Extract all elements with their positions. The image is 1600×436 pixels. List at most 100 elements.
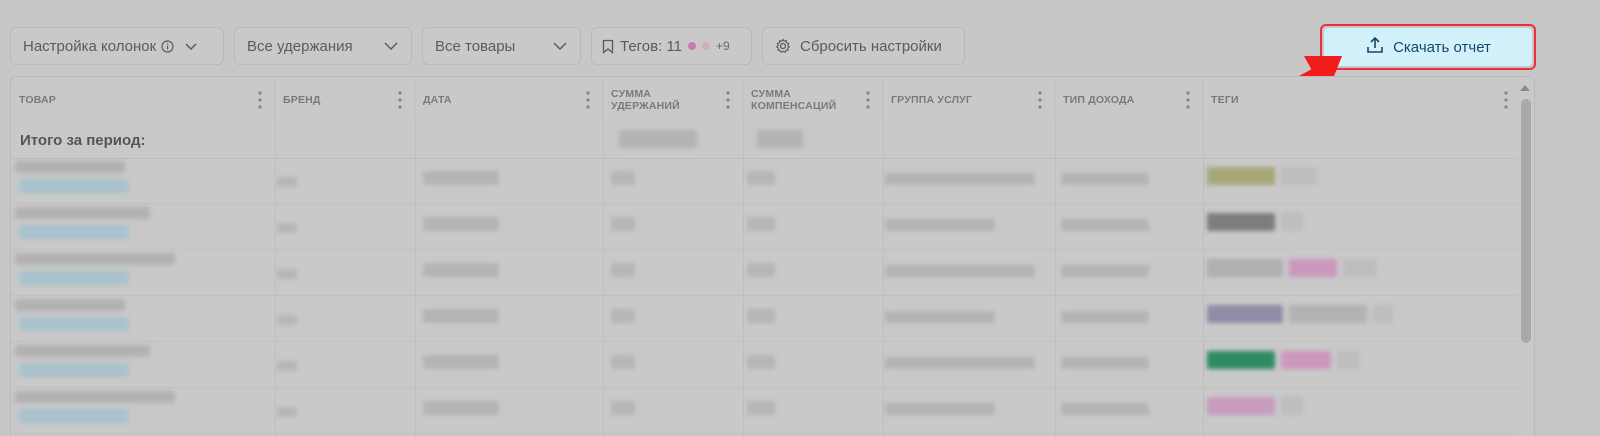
redacted-cell xyxy=(1061,403,1149,415)
redacted-cell xyxy=(19,271,129,285)
column-header-tags[interactable]: ТЕГИ xyxy=(1203,77,1520,122)
report-table: ТОВАР БРЕНД ДАТА СУММА УДЕРЖАНИЙ СУММА К… xyxy=(10,76,1535,436)
redacted-cell xyxy=(277,407,297,417)
upload-icon xyxy=(1365,35,1393,59)
column-header-brand[interactable]: БРЕНД xyxy=(275,77,415,122)
redacted-cell xyxy=(747,171,775,185)
tags-count-label: Тегов: 11 xyxy=(620,37,683,55)
scrollbar-thumb[interactable] xyxy=(1521,99,1531,343)
redacted-cell xyxy=(611,309,635,323)
column-header-compensations-sum[interactable]: СУММА КОМПЕНСАЦИЙ xyxy=(743,77,883,122)
column-divider xyxy=(275,122,276,436)
redacted-cell xyxy=(747,309,775,323)
deductions-filter-label: Все удержания xyxy=(247,37,353,55)
columns-settings-dropdown[interactable]: Настройка колонок xyxy=(10,27,224,65)
column-header-label: ТЕГИ xyxy=(1211,93,1239,106)
more-tags-count: +9 xyxy=(716,39,730,53)
columns-settings-label: Настройка колонок xyxy=(23,37,157,55)
redacted-cell xyxy=(1061,173,1149,185)
redacted-cell xyxy=(1281,351,1331,369)
redacted-cell xyxy=(1373,305,1393,323)
total-row-label: Итого за период: xyxy=(20,132,146,149)
column-divider xyxy=(603,122,604,436)
redacted-cell xyxy=(277,361,297,371)
column-header-date[interactable]: ДАТА xyxy=(415,77,603,122)
table-row[interactable] xyxy=(11,341,1518,342)
redacted-cell xyxy=(15,345,150,357)
redacted-cell xyxy=(1289,259,1337,277)
redacted-cell xyxy=(1061,357,1149,369)
redacted-cell xyxy=(423,355,499,369)
deductions-filter-dropdown[interactable]: Все удержания xyxy=(234,27,412,65)
table-row[interactable] xyxy=(11,433,1518,434)
redacted-cell xyxy=(747,263,775,277)
redacted-cell xyxy=(19,363,129,377)
table-row[interactable] xyxy=(11,295,1518,296)
redacted-cell xyxy=(15,253,175,265)
more-vertical-icon[interactable] xyxy=(398,91,402,109)
column-header-label: ДАТА xyxy=(423,93,452,106)
tags-filter-button[interactable]: Тегов: 11 +9 xyxy=(591,27,752,65)
tag-color-dot xyxy=(688,42,697,50)
redacted-cell xyxy=(15,161,125,173)
column-header-label: СУММА УДЕРЖАНИЙ xyxy=(611,87,680,112)
redacted-value xyxy=(757,130,803,148)
redacted-cell xyxy=(611,171,635,185)
column-header-product[interactable]: ТОВАР xyxy=(11,77,275,122)
redacted-cell xyxy=(1281,213,1303,231)
table-row[interactable] xyxy=(11,387,1518,388)
column-header-label: ГРУППА УСЛУГ xyxy=(891,93,973,106)
redacted-cell xyxy=(277,269,297,279)
column-header-label: ТОВАР xyxy=(19,93,56,106)
column-header-label: ТИП ДОХОДА xyxy=(1063,93,1135,106)
vertical-scrollbar[interactable] xyxy=(1518,77,1534,436)
redacted-cell xyxy=(1207,213,1275,231)
redacted-cell xyxy=(277,177,297,187)
redacted-cell xyxy=(19,179,129,193)
redacted-cell xyxy=(1207,397,1275,415)
redacted-cell xyxy=(611,401,635,415)
column-header-deductions-sum[interactable]: СУММА УДЕРЖАНИЙ xyxy=(603,77,743,122)
redacted-cell xyxy=(1281,397,1303,415)
more-vertical-icon[interactable] xyxy=(1504,91,1508,109)
column-header-income-type[interactable]: ТИП ДОХОДА xyxy=(1055,77,1203,122)
redacted-cell xyxy=(885,403,995,415)
redacted-cell xyxy=(423,263,499,277)
redacted-value xyxy=(619,130,697,148)
redacted-cell xyxy=(1061,265,1149,277)
table-row[interactable] xyxy=(11,203,1518,204)
more-vertical-icon[interactable] xyxy=(258,91,262,109)
redacted-cell xyxy=(15,299,125,311)
redacted-cell xyxy=(423,401,499,415)
more-vertical-icon[interactable] xyxy=(1186,91,1190,109)
more-vertical-icon[interactable] xyxy=(866,91,870,109)
more-vertical-icon[interactable] xyxy=(1038,91,1042,109)
chevron-down-icon xyxy=(183,38,199,54)
redacted-cell xyxy=(885,357,1035,369)
redacted-cell xyxy=(423,171,499,185)
reset-settings-button[interactable]: Сбросить настройки xyxy=(762,27,965,65)
redacted-cell xyxy=(19,225,129,239)
column-divider xyxy=(415,122,416,436)
redacted-cell xyxy=(1281,167,1317,185)
column-header-label: БРЕНД xyxy=(283,93,321,106)
redacted-cell xyxy=(1207,351,1275,369)
products-filter-dropdown[interactable]: Все товары xyxy=(422,27,581,65)
more-vertical-icon[interactable] xyxy=(726,91,730,109)
chevron-down-icon xyxy=(383,38,399,54)
redacted-cell xyxy=(1289,305,1367,323)
redacted-cell xyxy=(885,219,995,231)
column-divider xyxy=(883,122,884,436)
gear-icon xyxy=(775,38,791,54)
products-filter-label: Все товары xyxy=(435,37,516,55)
column-header-service-group[interactable]: ГРУППА УСЛУГ xyxy=(883,77,1055,122)
more-vertical-icon[interactable] xyxy=(586,91,590,109)
table-row[interactable] xyxy=(11,249,1518,250)
redacted-cell xyxy=(611,217,635,231)
reset-settings-label: Сбросить настройки xyxy=(800,37,942,55)
redacted-cell xyxy=(15,207,150,219)
column-header-label: СУММА КОМПЕНСАЦИЙ xyxy=(751,87,837,112)
scroll-up-arrow-icon[interactable] xyxy=(1520,85,1530,91)
redacted-cell xyxy=(423,217,499,231)
redacted-cell xyxy=(15,391,175,403)
